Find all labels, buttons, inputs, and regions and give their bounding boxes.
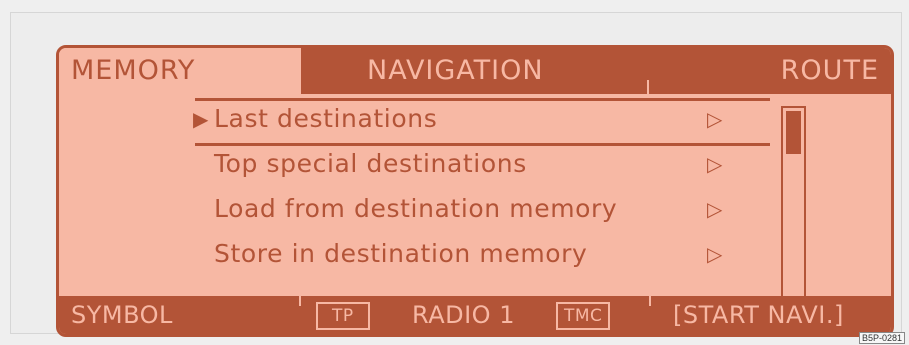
- tab-navigation-label: NAVIGATION: [367, 55, 544, 86]
- menu-item-store-in-destination-memory[interactable]: Store in destination memory ▷: [59, 233, 779, 275]
- submenu-arrow-icon: ▷: [707, 152, 723, 176]
- submenu-arrow-icon: ▷: [707, 242, 723, 266]
- submenu-arrow-icon: ▷: [707, 197, 723, 221]
- tmc-indicator: TMC: [556, 302, 611, 330]
- start-navigation-button[interactable]: [START NAVI.]: [673, 296, 844, 334]
- symbol-button[interactable]: SYMBOL: [71, 296, 173, 334]
- bottom-divider-tick: [649, 296, 651, 306]
- menu-item-label: Top special destinations: [214, 149, 527, 178]
- menu-item-label: Store in destination memory: [214, 239, 588, 268]
- menu-list: ▶ Last destinations ▷ Top special destin…: [59, 94, 779, 299]
- menu-item-load-from-destination-memory[interactable]: Load from destination memory ▷: [59, 188, 779, 230]
- menu-item-top-special-destinations[interactable]: Top special destinations ▷: [59, 143, 779, 185]
- tab-memory[interactable]: MEMORY: [59, 48, 301, 94]
- figure-reference-code: B5P-0281: [858, 332, 905, 344]
- bottom-divider-tick: [299, 296, 301, 306]
- submenu-arrow-icon: ▷: [707, 107, 723, 131]
- tab-route[interactable]: ROUTE: [781, 48, 879, 94]
- menu-item-label: Last destinations: [214, 104, 438, 133]
- top-bar: MEMORY NAVIGATION ROUTE: [59, 48, 891, 94]
- tp-indicator: TP: [316, 302, 370, 330]
- radio-source-label: RADIO 1: [412, 301, 515, 329]
- menu-item-label: Load from destination memory: [214, 194, 618, 223]
- navigation-display: MEMORY NAVIGATION ROUTE ▶ Last destinati…: [56, 45, 894, 337]
- scrollbar[interactable]: [781, 106, 806, 299]
- selection-pointer-icon: ▶: [193, 107, 209, 131]
- scrollbar-thumb[interactable]: [786, 111, 801, 154]
- figure-frame: MEMORY NAVIGATION ROUTE ▶ Last destinati…: [10, 12, 902, 337]
- bottom-bar: SYMBOL TP RADIO 1 TMC [START NAVI.]: [59, 296, 891, 334]
- tab-divider-tick: [647, 80, 649, 94]
- menu-item-last-destinations[interactable]: ▶ Last destinations ▷: [59, 98, 779, 140]
